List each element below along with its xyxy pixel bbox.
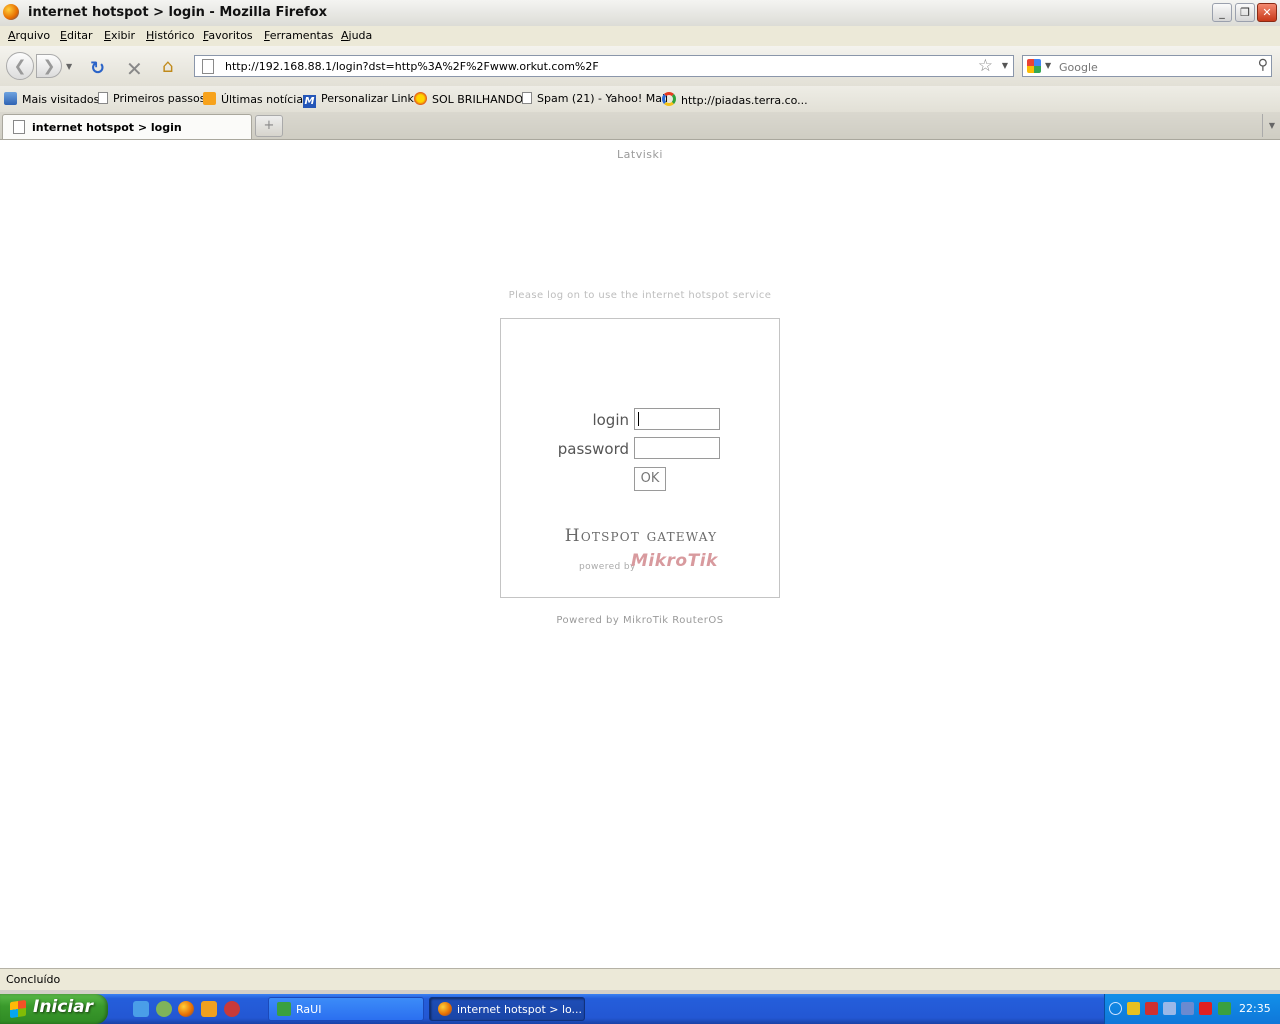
- tab-list-dropdown-icon[interactable]: ▼: [1262, 114, 1280, 137]
- menu-favoritos[interactable]: Favoritos: [203, 29, 253, 42]
- most-visited-icon: [4, 92, 17, 105]
- page-content: Latviski Please log on to use the intern…: [0, 140, 1280, 968]
- status-bar: Concluído: [0, 968, 1280, 990]
- tab-bar: internet hotspot > login + ▼: [0, 112, 1280, 140]
- forward-icon[interactable]: ❯: [36, 54, 62, 78]
- volume-icon[interactable]: [1163, 1002, 1176, 1015]
- page-icon: [13, 120, 25, 134]
- menu-historico[interactable]: Histórico: [146, 29, 194, 42]
- stop-icon[interactable]: ✕: [126, 57, 143, 81]
- window-title-bar: internet hotspot > login - Mozilla Firef…: [0, 0, 1280, 27]
- network-disconnected-icon[interactable]: [1199, 1002, 1212, 1015]
- google-icon[interactable]: [1027, 59, 1041, 73]
- search-input[interactable]: [1057, 58, 1251, 76]
- history-dropdown-icon[interactable]: ▼: [66, 62, 72, 71]
- new-tab-button[interactable]: +: [255, 115, 283, 137]
- firefox-icon: [438, 1002, 452, 1016]
- start-button[interactable]: Iniciar: [0, 994, 108, 1024]
- menu-ajuda[interactable]: Ajuda: [341, 29, 372, 42]
- bookmarks-bar: Mais visitados Primeiros passos Últimas …: [0, 86, 1280, 112]
- footer-powered-by: Powered by MikroTik RouterOS: [556, 615, 724, 626]
- antivirus-icon[interactable]: [1145, 1002, 1158, 1015]
- window-title: internet hotspot > login - Mozilla Firef…: [28, 5, 327, 20]
- m-icon: M: [303, 95, 316, 108]
- home-icon[interactable]: ⌂: [162, 56, 173, 77]
- search-icon[interactable]: ⚲: [1258, 57, 1268, 73]
- windows-logo-icon: [10, 999, 26, 1019]
- star-icon[interactable]: ☆: [978, 56, 993, 76]
- menu-exibir[interactable]: Exibir: [104, 29, 135, 42]
- page-icon: [98, 92, 108, 104]
- navigation-toolbar: ❮ ❯ ▼ ↻ ✕ ⌂ http://192.168.88.1/login?ds…: [0, 46, 1280, 86]
- start-label: Iniciar: [33, 997, 94, 1017]
- language-link[interactable]: Latviski: [0, 148, 1280, 161]
- menu-editar[interactable]: Editar: [60, 29, 93, 42]
- acrobat-icon[interactable]: [224, 1001, 240, 1017]
- task-firefox[interactable]: internet hotspot > lo...: [429, 997, 585, 1021]
- reload-icon[interactable]: ↻: [90, 58, 105, 79]
- ie-icon[interactable]: [133, 1001, 149, 1017]
- task-raui[interactable]: RaUI: [268, 997, 424, 1021]
- rss-icon: [203, 92, 216, 105]
- bookmark-personalizar-links[interactable]: M Personalizar Links: [303, 92, 420, 108]
- mikrotik-logo: MikroTik: [631, 551, 718, 571]
- back-icon[interactable]: ❮: [6, 52, 34, 80]
- firefox-icon[interactable]: [3, 4, 19, 20]
- login-box: login password OK Hotspot gateway powere…: [500, 318, 780, 598]
- login-label: login: [592, 411, 629, 429]
- bookmark-ultimas-noticias[interactable]: Últimas notícias: [203, 92, 309, 106]
- task-firefox-label: internet hotspot > lo...: [457, 1003, 583, 1016]
- tab-label: internet hotspot > login: [32, 121, 182, 134]
- page-icon: [522, 92, 532, 104]
- minimize-button[interactable]: _: [1212, 3, 1232, 22]
- login-input[interactable]: [634, 408, 720, 430]
- menu-arquivo[interactable]: Arquivo: [8, 29, 50, 42]
- search-engine-dropdown-icon[interactable]: ▼: [1045, 61, 1051, 70]
- bookmark-primeiros-passos[interactable]: Primeiros passos: [98, 92, 205, 105]
- media-player-icon[interactable]: [201, 1001, 217, 1017]
- menu-bar: Arquivo Editar Exibir Histórico Favorito…: [0, 26, 1280, 46]
- password-label: password: [557, 440, 629, 458]
- raui-icon: [277, 1002, 291, 1016]
- url-text[interactable]: http://192.168.88.1/login?dst=http%3A%2F…: [225, 60, 599, 73]
- sun-icon: [414, 92, 427, 105]
- page-icon: [202, 59, 214, 74]
- login-notice: Please log on to use the internet hotspo…: [508, 290, 772, 301]
- hotspot-gateway-title: Hotspot gateway: [564, 526, 718, 546]
- network-icon[interactable]: [1181, 1002, 1194, 1015]
- powered-by-label: powered by: [579, 562, 636, 572]
- restore-button[interactable]: ❐: [1235, 3, 1255, 22]
- clock: 22:35: [1239, 1002, 1271, 1015]
- task-raui-label: RaUI: [296, 1003, 322, 1016]
- password-input[interactable]: [634, 437, 720, 459]
- shield-icon[interactable]: [1127, 1002, 1140, 1015]
- bookmark-sol-brilhando[interactable]: SOL BRILHANDO: [414, 92, 523, 106]
- system-tray: 22:35: [1104, 994, 1280, 1024]
- search-bar: ▼ ⚲: [1022, 55, 1272, 77]
- close-button[interactable]: ✕: [1257, 3, 1277, 22]
- firefox-quicklaunch-icon[interactable]: [178, 1001, 194, 1017]
- ring-icon: [662, 92, 676, 106]
- tray-expand-icon[interactable]: [1109, 1002, 1122, 1015]
- tab-internet-hotspot[interactable]: internet hotspot > login: [2, 114, 252, 139]
- ok-button[interactable]: OK: [634, 467, 666, 491]
- url-dropdown-icon[interactable]: ▼: [1002, 61, 1008, 70]
- menu-ferramentas[interactable]: Ferramentas: [264, 29, 333, 42]
- raui-tray-icon[interactable]: [1218, 1002, 1231, 1015]
- bookmark-mais-visitados[interactable]: Mais visitados: [4, 92, 99, 106]
- bookmark-piadas-terra[interactable]: http://piadas.terra.co...: [662, 92, 808, 107]
- address-bar[interactable]: http://192.168.88.1/login?dst=http%3A%2F…: [194, 55, 1014, 77]
- text-caret: [638, 412, 639, 426]
- taskbar: Iniciar RaUI internet hotspot > lo... 22…: [0, 994, 1280, 1024]
- messenger-icon[interactable]: [156, 1001, 172, 1017]
- bookmark-yahoo-mail[interactable]: Spam (21) - Yahoo! Mail: [522, 92, 668, 105]
- status-text: Concluído: [6, 973, 61, 986]
